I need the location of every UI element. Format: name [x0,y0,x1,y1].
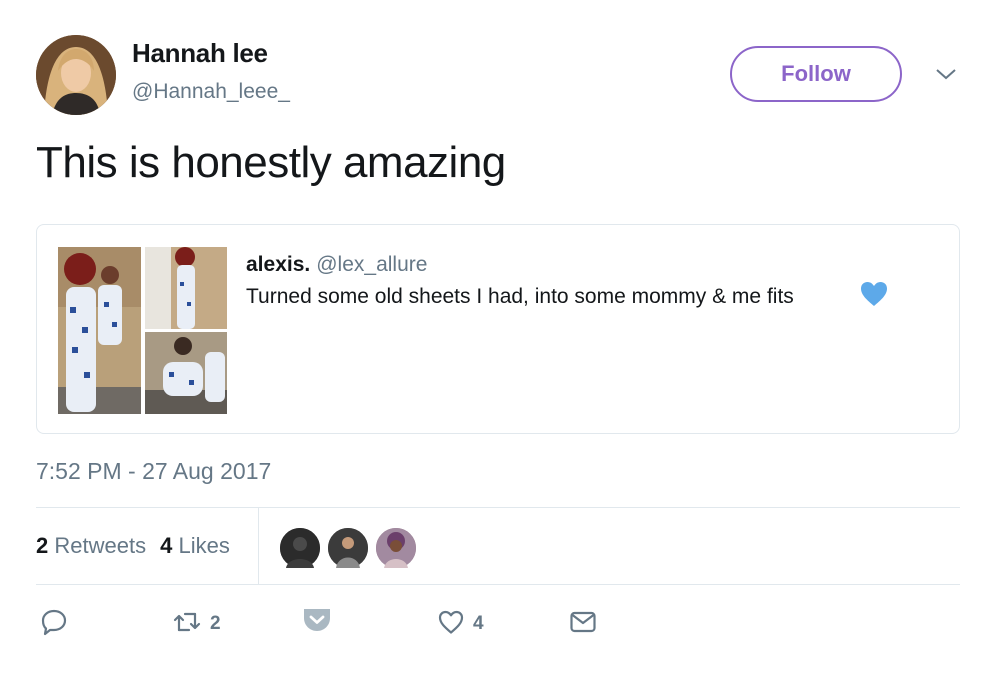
heart-icon [437,609,465,640]
quoted-author-name[interactable]: alexis. [246,253,310,276]
likes-count: 4 [160,533,173,558]
divider [36,507,960,508]
tweet-text: This is honestly amazing [36,138,506,187]
retweet-icon [172,608,202,641]
blue-heart-icon [859,280,889,308]
like-count: 4 [473,613,484,634]
liker-avatar[interactable] [326,526,370,570]
reply-icon [40,608,68,641]
author-name[interactable]: Hannah lee [132,38,268,69]
quoted-tweet-card[interactable]: alexis. @lex_allure Turned some old sheet… [36,224,960,434]
quoted-photo-2[interactable] [145,247,227,329]
reply-button[interactable] [40,608,68,640]
follow-button[interactable]: Follow [730,46,902,102]
stats-divider [258,508,259,584]
likes-stat[interactable]: 4 Likes [160,533,230,558]
liker-avatar[interactable] [278,526,322,570]
liker-avatar[interactable] [374,526,418,570]
envelope-icon [569,610,597,639]
quoted-author-handle[interactable]: @lex_allure [316,253,427,276]
retweet-count: 2 [210,613,221,634]
direct-message-button[interactable] [569,608,597,640]
author-handle[interactable]: @Hannah_leee_ [132,80,290,104]
quoted-tweet-text: Turned some old sheets I had, into some … [246,285,794,308]
like-button[interactable]: 4 [437,608,484,640]
tweet-timestamp[interactable]: 7:52 PM - 27 Aug 2017 [36,458,271,485]
chevron-down-icon[interactable] [934,64,958,84]
likes-label: Likes [178,533,230,558]
divider [36,584,960,585]
engagement-stats: 2 Retweets 4 Likes [36,533,230,559]
save-to-pocket-button[interactable] [302,606,332,638]
retweets-stat[interactable]: 2 Retweets [36,533,146,558]
pocket-icon [302,607,332,638]
retweets-count: 2 [36,533,49,558]
retweet-button[interactable]: 2 [172,608,221,640]
quoted-photo-3[interactable] [145,332,227,414]
retweets-label: Retweets [54,533,147,558]
author-avatar[interactable] [36,35,116,115]
quoted-photo-1[interactable] [58,247,141,414]
